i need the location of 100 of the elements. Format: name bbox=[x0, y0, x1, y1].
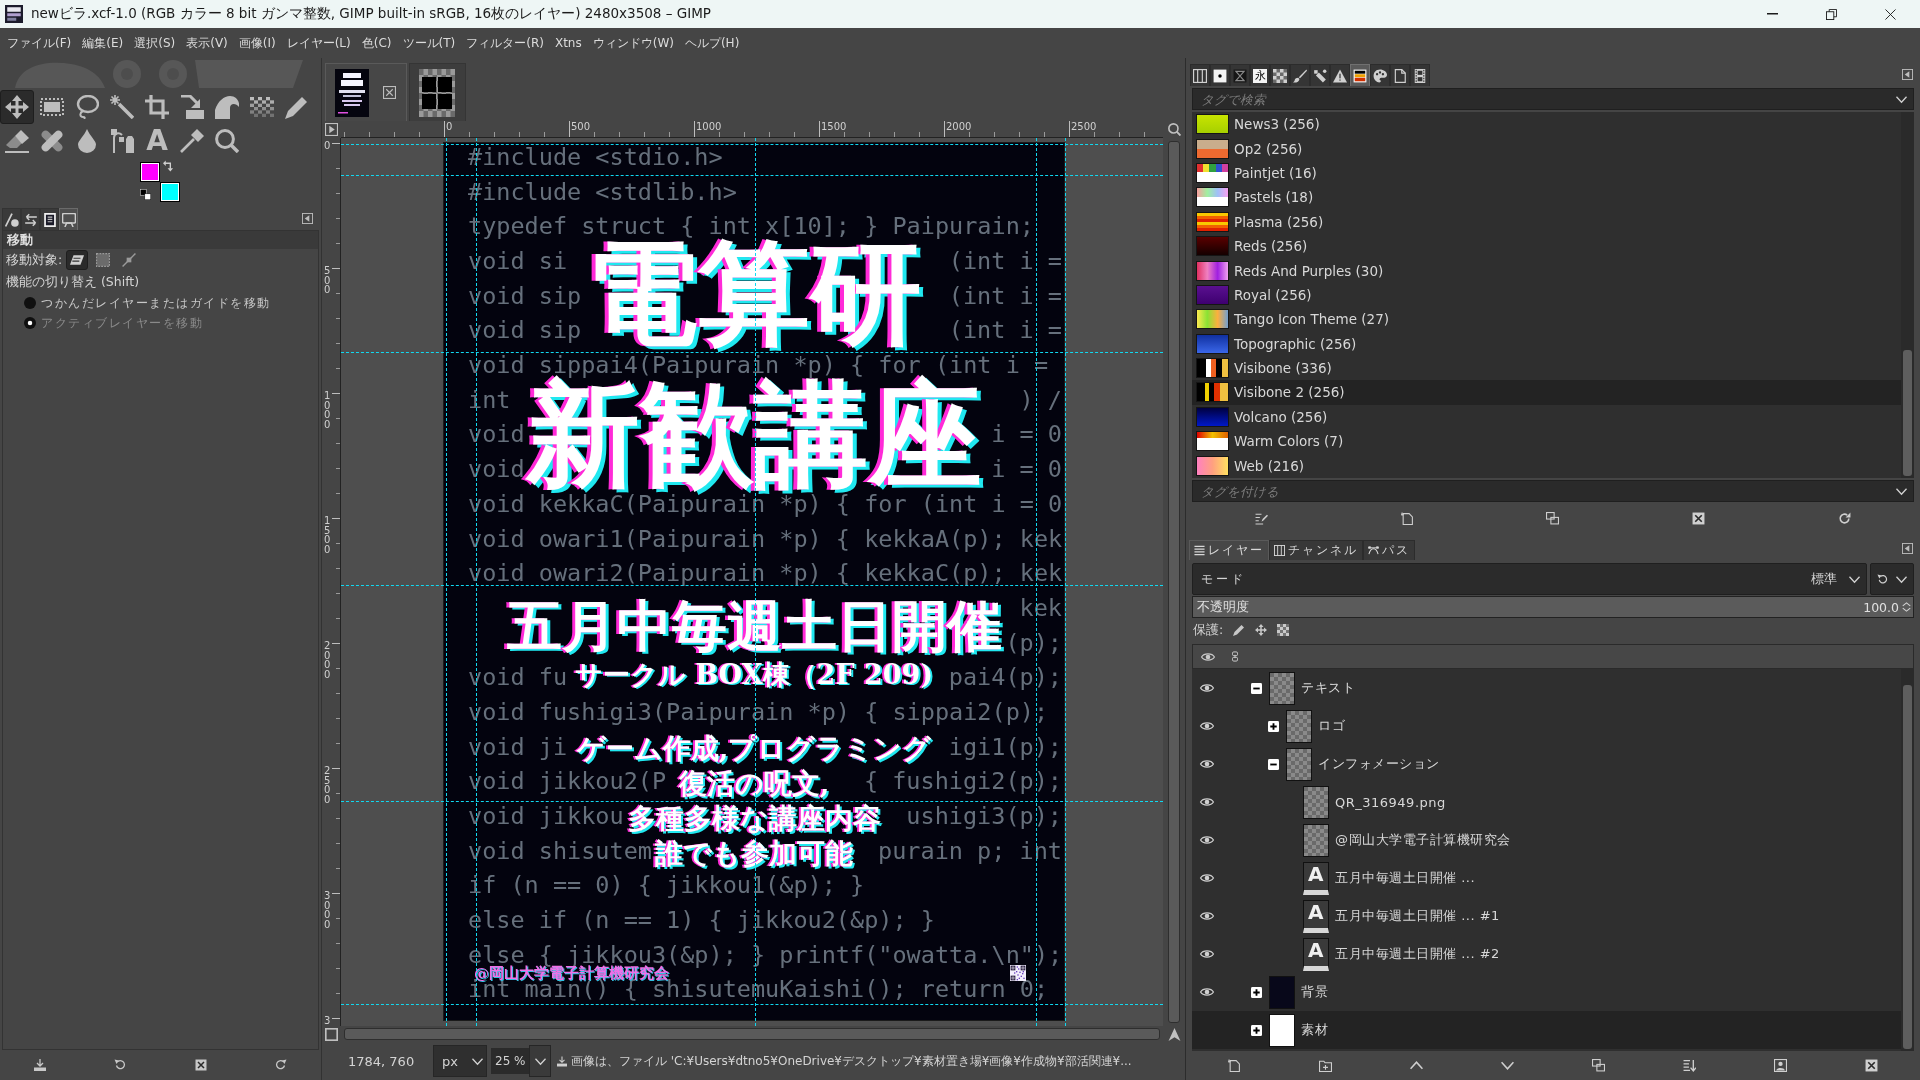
radio-option[interactable]: つかんだレイヤーまたはガイドを移動 bbox=[3, 293, 318, 313]
dock-tab[interactable] bbox=[1210, 64, 1230, 86]
palette-item[interactable]: Topographic (256) bbox=[1192, 331, 1901, 356]
pencil-icon[interactable] bbox=[1233, 624, 1246, 636]
reset-icon[interactable] bbox=[274, 1059, 287, 1071]
swap-arrow-icon[interactable] bbox=[163, 160, 174, 172]
scrollbar[interactable] bbox=[344, 1028, 1160, 1040]
zoom-dropdown-button[interactable] bbox=[529, 1045, 551, 1077]
chevron-up-icon[interactable] bbox=[1410, 1059, 1423, 1072]
scrollbar[interactable] bbox=[1168, 141, 1180, 1023]
foreground-swatch-icon[interactable] bbox=[140, 162, 160, 182]
default-colors-icon[interactable] bbox=[140, 189, 151, 200]
layer-item[interactable]: インフォメーション bbox=[1192, 745, 1901, 783]
background-swatch-icon[interactable] bbox=[160, 182, 180, 202]
save-icon[interactable] bbox=[34, 1059, 47, 1071]
eye-icon[interactable] bbox=[1197, 985, 1217, 999]
minus-icon[interactable] bbox=[1268, 758, 1279, 770]
layer-item[interactable]: A 五月中毎週土日開催 ... #2 bbox=[1192, 935, 1901, 973]
palette-item[interactable]: Warm Colors (7) bbox=[1192, 429, 1901, 454]
delete-icon[interactable] bbox=[1865, 1059, 1878, 1072]
palette-item[interactable]: Pastels (18) bbox=[1192, 185, 1901, 210]
menu-item[interactable]: フィルター(R) bbox=[463, 32, 547, 54]
new-page-icon[interactable] bbox=[1228, 1059, 1241, 1072]
palette-item[interactable]: Royal (256) bbox=[1192, 282, 1901, 308]
palette-item[interactable]: News3 (256) bbox=[1192, 112, 1901, 137]
layer-item[interactable]: QR_316949.png bbox=[1192, 783, 1901, 821]
duplicate-icon[interactable] bbox=[1546, 511, 1560, 525]
dock-tab[interactable] bbox=[1410, 64, 1430, 86]
layer-item[interactable]: A 五月中毎週土日開催 ... #1 bbox=[1192, 897, 1901, 935]
zoom-icon[interactable] bbox=[1167, 123, 1181, 136]
menu-item[interactable]: 表示(V) bbox=[183, 32, 231, 54]
menu-item[interactable]: 選択(S) bbox=[131, 32, 179, 54]
dock-tab[interactable] bbox=[1290, 64, 1310, 86]
opacity-slider[interactable]: 不透明度 100.0 bbox=[1192, 596, 1914, 618]
quick-mask-icon[interactable] bbox=[325, 1027, 338, 1041]
dock-tab[interactable] bbox=[1310, 64, 1330, 86]
palette-item[interactable]: Visibone 2 (256) bbox=[1192, 380, 1901, 405]
palette-item[interactable]: Reds And Purples (30) bbox=[1192, 258, 1901, 283]
scrollbar[interactable] bbox=[1901, 112, 1914, 478]
menu-item[interactable]: ヘルプ(H) bbox=[681, 32, 743, 54]
spin-arrows-icon[interactable] bbox=[1902, 600, 1911, 614]
navigate-icon[interactable] bbox=[1167, 1027, 1181, 1041]
menu-item[interactable]: 画像(I) bbox=[235, 32, 279, 54]
minus-icon[interactable] bbox=[1251, 682, 1262, 694]
zoom-field[interactable]: 25 % bbox=[491, 1048, 529, 1074]
dock-tab[interactable] bbox=[40, 208, 59, 230]
scrollbar[interactable] bbox=[1901, 669, 1914, 1051]
chevron-down-icon[interactable] bbox=[1501, 1059, 1514, 1072]
menu-item[interactable]: 編集(E) bbox=[79, 32, 127, 54]
image-tab[interactable] bbox=[325, 63, 407, 121]
configure-icon[interactable] bbox=[302, 213, 313, 224]
menu-item[interactable]: レイヤー(L) bbox=[283, 32, 354, 54]
dock-tab[interactable] bbox=[1350, 64, 1370, 86]
dock-tab[interactable]: パス bbox=[1363, 540, 1415, 560]
dock-tab[interactable] bbox=[1190, 64, 1210, 86]
eye-icon[interactable] bbox=[1197, 833, 1217, 847]
duplicate-icon[interactable] bbox=[1592, 1059, 1605, 1072]
refresh-icon[interactable] bbox=[1837, 511, 1851, 525]
menu-item[interactable]: ウィンドウ(W) bbox=[589, 32, 677, 54]
merge-down-icon[interactable] bbox=[1683, 1059, 1696, 1072]
menu-item[interactable]: ツール(T) bbox=[399, 32, 459, 54]
layer-item[interactable]: 背景 bbox=[1192, 973, 1901, 1011]
palette-item[interactable]: Visibone (336) bbox=[1192, 355, 1901, 381]
configure-icon[interactable] bbox=[1902, 543, 1913, 554]
tool-button[interactable]: A bbox=[140, 124, 174, 158]
eye-icon[interactable] bbox=[1197, 795, 1217, 809]
palette-item[interactable]: Paintjet (16) bbox=[1192, 160, 1901, 186]
eye-icon[interactable] bbox=[1197, 757, 1217, 771]
palette-item[interactable]: Web (216) bbox=[1192, 453, 1901, 478]
menu-item[interactable]: Xtns bbox=[551, 34, 585, 52]
edit-icon[interactable] bbox=[1255, 511, 1269, 525]
restore-icon[interactable] bbox=[114, 1059, 127, 1071]
menu-item[interactable]: 色(C) bbox=[358, 32, 395, 54]
plus-icon[interactable] bbox=[1251, 1024, 1262, 1036]
delete-icon[interactable] bbox=[194, 1059, 207, 1071]
checker-icon[interactable] bbox=[1277, 624, 1290, 636]
palette-item[interactable]: Tango Icon Theme (27) bbox=[1192, 307, 1901, 332]
dock-tab[interactable] bbox=[1370, 64, 1390, 86]
image-tab[interactable] bbox=[409, 63, 466, 121]
dock-tab[interactable] bbox=[1330, 64, 1350, 86]
dock-tab[interactable]: 永 bbox=[1250, 64, 1270, 86]
composite-mode-button[interactable] bbox=[1870, 563, 1914, 595]
palette-item[interactable]: Volcano (256) bbox=[1192, 404, 1901, 430]
menu-item[interactable]: ファイル(F) bbox=[4, 32, 75, 54]
dock-tab[interactable]: レイヤー bbox=[1189, 540, 1269, 560]
tool-button[interactable] bbox=[0, 90, 34, 124]
layer-item[interactable]: @岡山大学電子計算機研究会 bbox=[1192, 821, 1901, 859]
unit-dropdown[interactable]: px bbox=[433, 1045, 487, 1077]
delete-icon[interactable] bbox=[1692, 511, 1706, 525]
canvas-area[interactable] bbox=[341, 138, 1163, 1026]
eye-icon[interactable] bbox=[1197, 909, 1217, 923]
move-icon[interactable] bbox=[1255, 624, 1268, 636]
dock-tab[interactable] bbox=[21, 208, 40, 230]
palette-item[interactable]: Plasma (256) bbox=[1192, 209, 1901, 234]
eye-icon[interactable] bbox=[1197, 719, 1217, 733]
plus-icon[interactable] bbox=[1251, 986, 1262, 998]
mode-dropdown[interactable]: 標準 bbox=[1811, 570, 1860, 588]
new-folder-icon[interactable] bbox=[1319, 1059, 1332, 1072]
plus-icon[interactable] bbox=[1268, 720, 1279, 732]
dock-tab[interactable] bbox=[1270, 64, 1290, 86]
